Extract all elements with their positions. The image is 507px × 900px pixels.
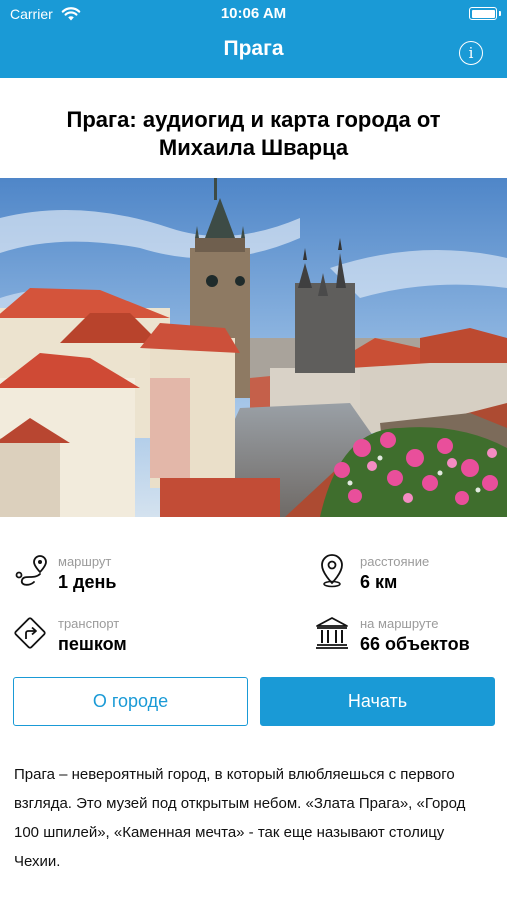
top-bar: Carrier 10:06 AM Прага i [0, 0, 507, 78]
prague-photo [0, 178, 507, 517]
distance-value: 6 км [360, 572, 398, 592]
nav-title: Прага [223, 37, 284, 60]
transport-label: транспорт [58, 616, 120, 631]
start-button[interactable]: Начать [260, 677, 495, 726]
distance-label: расстояние [360, 554, 430, 569]
city-description: Прага – невероятный город, в который влю… [14, 766, 466, 870]
objects-value: 66 объектов [360, 634, 470, 654]
about-city-button[interactable]: О городе [13, 677, 248, 726]
stat-objects: на маршруте 66 объектов [314, 615, 494, 661]
stat-distance: расстояние 6 км [314, 553, 494, 599]
turn-sign-icon [14, 617, 46, 649]
clock: 10:06 AM [220, 5, 287, 22]
stat-transport: транспорт пешком [12, 615, 242, 661]
stat-route: маршрут 1 день [12, 553, 242, 599]
page-title: Прага: аудиогид и карта города от Михаил… [66, 107, 441, 160]
map-pin-icon [321, 554, 343, 588]
museum-icon [316, 617, 348, 649]
status-bar: Carrier 10:06 AM [0, 0, 507, 28]
transport-value: пешком [58, 634, 127, 654]
objects-label: на маршруте [360, 616, 439, 631]
battery-icon [469, 7, 501, 20]
info-icon: i [468, 44, 474, 62]
route-icon [15, 555, 47, 586]
route-label: маршрут [58, 554, 112, 569]
route-value: 1 день [58, 572, 117, 592]
info-button[interactable]: i [459, 41, 483, 65]
